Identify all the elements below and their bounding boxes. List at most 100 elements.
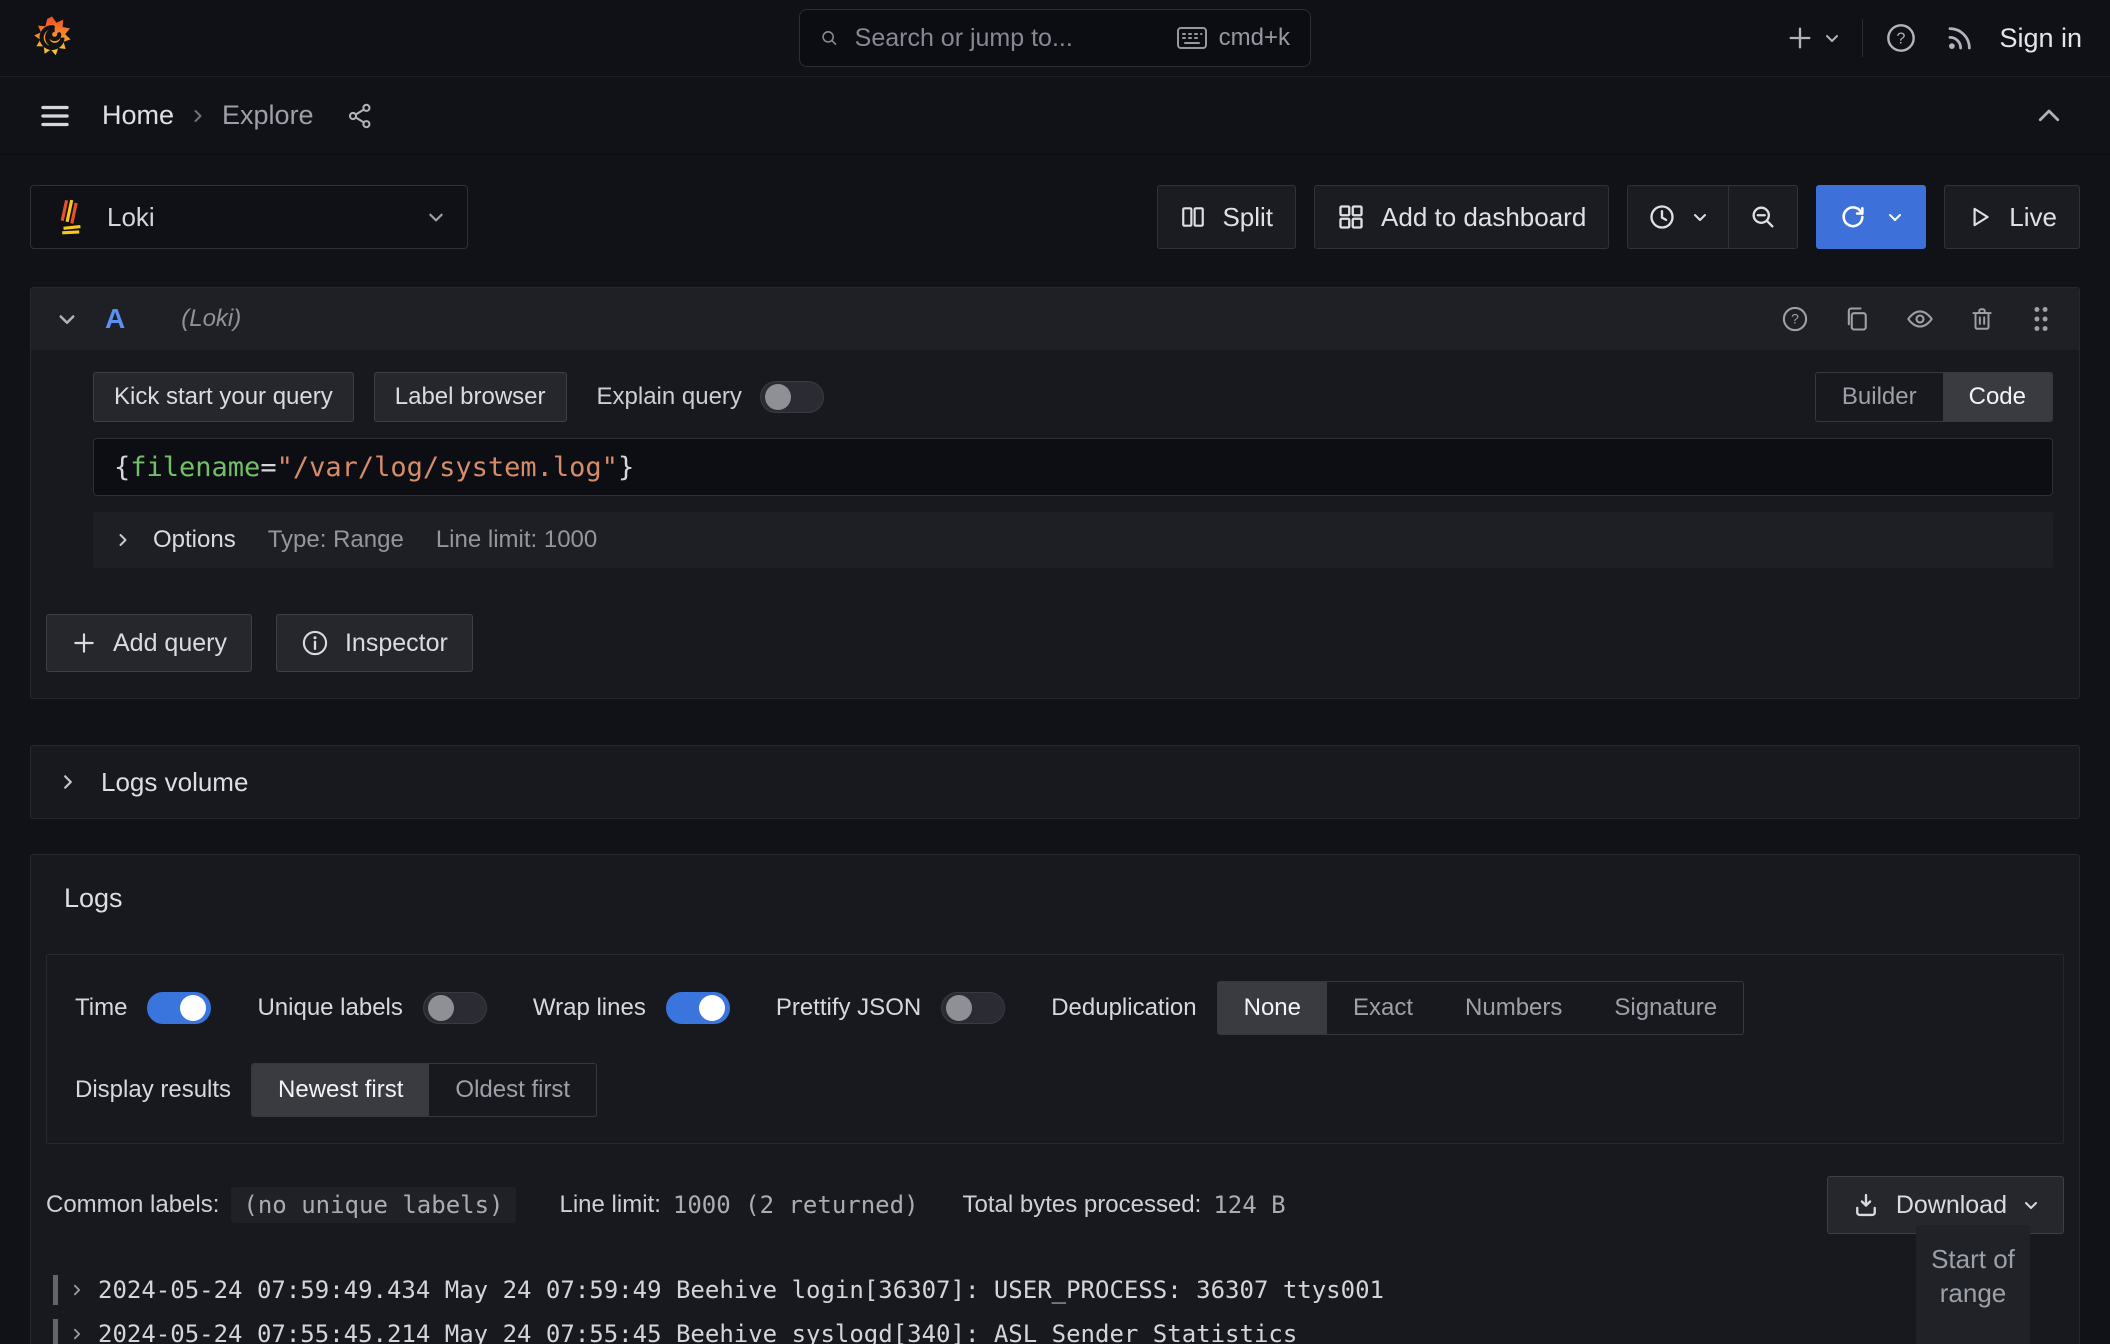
play-icon — [1967, 204, 1993, 230]
options-title: Options — [153, 526, 236, 554]
breadcrumb-bar: Home Explore — [0, 77, 2110, 155]
common-labels-value: (no unique labels) — [231, 1187, 515, 1223]
sign-in-button[interactable]: Sign in — [1999, 23, 2082, 54]
chevron-down-icon — [2023, 1197, 2039, 1213]
hide-query-eye-icon[interactable] — [1905, 305, 1935, 333]
add-to-dashboard-button[interactable]: Add to dashboard — [1314, 185, 1609, 249]
help-button[interactable]: ? — [1885, 22, 1917, 54]
live-button[interactable]: Live — [1944, 185, 2080, 249]
display-results-label: Display results — [75, 1076, 231, 1104]
add-to-dashboard-label: Add to dashboard — [1381, 202, 1586, 233]
split-button[interactable]: Split — [1157, 185, 1296, 249]
chevron-down-icon — [427, 208, 445, 226]
log-row[interactable]: 2024-05-24 07:59:49.434 May 24 07:59:49 … — [53, 1268, 2064, 1312]
explore-toolbar: Loki Split Add to dashboar — [30, 185, 2080, 249]
explain-query-label: Explain query — [597, 383, 742, 411]
logs-volume-title: Logs volume — [101, 767, 248, 798]
logs-volume-panel[interactable]: Logs volume — [30, 745, 2080, 819]
drag-handle-icon[interactable] — [2029, 304, 2053, 334]
dashboard-grid-icon — [1337, 203, 1365, 231]
explain-query-toggle[interactable] — [760, 381, 824, 413]
unique-labels-toggle[interactable] — [423, 992, 487, 1024]
duplicate-query-icon[interactable] — [1843, 305, 1871, 333]
logs-controls: Time Unique labels Wrap lines Prettify J… — [46, 954, 2064, 1144]
query-expression-input[interactable]: {filename="/var/log/system.log"} — [93, 438, 2053, 496]
chevron-right-icon — [70, 1283, 84, 1297]
inspector-label: Inspector — [345, 629, 448, 658]
deduplication-switcher: None Exact Numbers Signature — [1217, 981, 1745, 1035]
dedup-exact-button[interactable]: Exact — [1327, 982, 1439, 1034]
datasource-picker[interactable]: Loki — [30, 185, 468, 249]
prettify-json-toggle[interactable] — [941, 992, 1005, 1024]
logs-meta-row: Common labels: (no unique labels) Line l… — [46, 1176, 2064, 1234]
clock-icon — [1648, 203, 1676, 231]
global-search[interactable]: cmd+k — [799, 9, 1311, 67]
share-icon[interactable] — [346, 102, 374, 130]
time-picker-group — [1627, 185, 1798, 249]
new-menu-button[interactable] — [1786, 24, 1840, 52]
menu-icon[interactable] — [38, 99, 72, 133]
expr-value: "/var/log/system.log" — [277, 452, 618, 483]
total-bytes-value: 124 B — [1213, 1191, 1285, 1219]
split-icon — [1180, 204, 1206, 230]
grafana-logo-icon[interactable] — [28, 14, 76, 62]
oldest-first-button[interactable]: Oldest first — [429, 1064, 596, 1116]
search-shortcut: cmd+k — [1177, 24, 1290, 52]
inspector-button[interactable]: Inspector — [276, 614, 473, 672]
query-row-header: A (Loki) ? — [31, 288, 2079, 350]
add-query-label: Add query — [113, 629, 227, 658]
search-icon — [820, 25, 839, 51]
total-bytes-label: Total bytes processed: — [963, 1191, 1202, 1219]
dedup-signature-button[interactable]: Signature — [1588, 982, 1743, 1034]
dedup-none-button[interactable]: None — [1218, 982, 1327, 1034]
wrap-lines-toggle[interactable] — [666, 992, 730, 1024]
prettify-json-label: Prettify JSON — [776, 994, 921, 1022]
search-input[interactable] — [855, 24, 1177, 53]
delete-query-trash-icon[interactable] — [1969, 305, 1995, 333]
start-of-range-button[interactable]: Start of range — [1916, 1225, 2030, 1344]
news-button[interactable] — [1945, 23, 1975, 53]
log-row[interactable]: 2024-05-24 07:55:45.214 May 24 07:55:45 … — [53, 1312, 2064, 1344]
logs-panel-title: Logs — [64, 883, 2079, 914]
sync-icon — [1839, 203, 1867, 231]
options-line-limit: Line limit: 1000 — [436, 526, 597, 554]
line-limit-value: 1000 (2 returned) — [673, 1191, 919, 1219]
chevron-down-icon — [1824, 30, 1840, 46]
log-rows: 2024-05-24 07:59:49.434 May 24 07:59:49 … — [53, 1268, 2064, 1344]
query-help-icon[interactable]: ? — [1781, 305, 1809, 333]
kick-start-query-button[interactable]: Kick start your query — [93, 372, 354, 422]
query-actions-row: Add query Inspector — [31, 568, 2079, 698]
refresh-button[interactable] — [1816, 185, 1926, 249]
plus-icon — [1786, 24, 1814, 52]
options-type: Type: Range — [268, 526, 404, 554]
breadcrumb-current: Explore — [222, 100, 314, 131]
expr-brace-close: } — [618, 452, 634, 483]
query-options-row[interactable]: Options Type: Range Line limit: 1000 — [93, 512, 2053, 568]
add-query-button[interactable]: Add query — [46, 614, 252, 672]
newest-first-button[interactable]: Newest first — [252, 1064, 429, 1116]
chevron-up-icon[interactable] — [2034, 101, 2064, 131]
time-toggle[interactable] — [147, 992, 211, 1024]
editor-mode-switcher: Builder Code — [1815, 372, 2053, 422]
time-picker-button[interactable] — [1628, 186, 1728, 248]
code-mode-button[interactable]: Code — [1943, 373, 2052, 421]
svg-text:?: ? — [1897, 30, 1906, 47]
dedup-numbers-button[interactable]: Numbers — [1439, 982, 1588, 1034]
download-label: Download — [1896, 1191, 2007, 1220]
collapse-chevron-icon[interactable] — [57, 309, 77, 329]
download-icon — [1852, 1191, 1880, 1219]
breadcrumb-home[interactable]: Home — [102, 100, 174, 131]
unique-labels-label: Unique labels — [257, 994, 402, 1022]
chevron-down-icon[interactable] — [1887, 209, 1903, 225]
label-browser-button[interactable]: Label browser — [374, 372, 567, 422]
zoom-out-button[interactable] — [1728, 186, 1797, 248]
log-level-bar — [53, 1275, 58, 1305]
zoom-out-icon — [1749, 203, 1777, 231]
chevron-down-icon — [1692, 209, 1708, 225]
expr-equals: = — [260, 452, 276, 483]
svg-text:?: ? — [1791, 311, 1799, 327]
deduplication-label: Deduplication — [1051, 994, 1196, 1022]
builder-mode-button[interactable]: Builder — [1816, 373, 1943, 421]
query-editor-panel: A (Loki) ? — [30, 287, 2080, 699]
log-line-text: 2024-05-24 07:59:49.434 May 24 07:59:49 … — [98, 1276, 1384, 1304]
